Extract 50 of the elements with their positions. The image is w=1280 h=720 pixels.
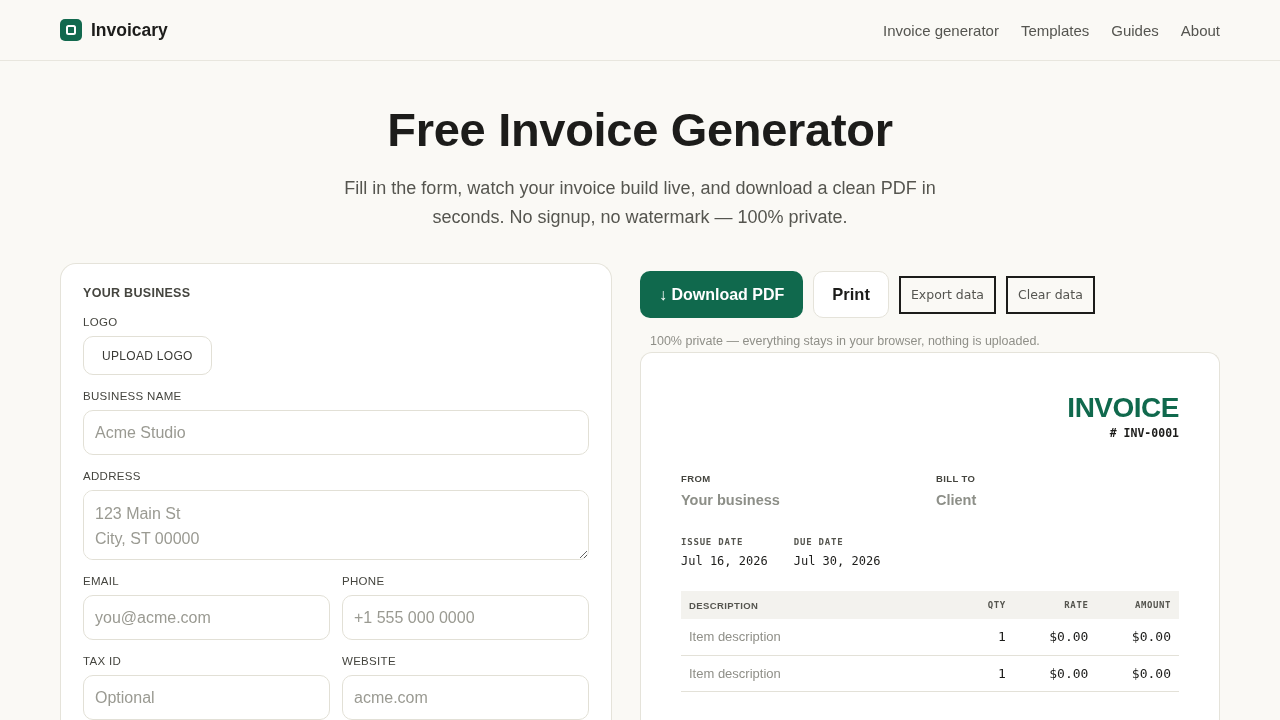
nav-link[interactable]: Invoice generator <box>883 21 999 39</box>
table-cell: Item description <box>681 655 980 691</box>
nav-link[interactable]: Templates <box>1020 21 1090 39</box>
table-cell: $0.00 <box>1013 655 1097 691</box>
column-header: AMOUNT <box>1096 591 1179 619</box>
table-cell: $0.00 <box>1013 619 1097 655</box>
column-header: QTY <box>979 591 1014 619</box>
download-button[interactable]: ↓ Download PDF <box>640 271 804 318</box>
data-button[interactable]: Clear data <box>1005 275 1095 314</box>
party-label: BILL TO <box>936 473 977 485</box>
table-cell: $0.00 <box>1096 619 1179 655</box>
field-label: TAX ID <box>83 654 122 668</box>
field-label: EMAIL <box>83 574 120 588</box>
date-value: Jul 30, 2026 <box>793 554 881 568</box>
column-header: DESCRIPTION <box>681 591 980 619</box>
brand-name: Invoicary <box>91 19 168 41</box>
party-name: Your business <box>681 491 781 510</box>
field-label: ADDRESS <box>83 469 142 483</box>
invoice-title: INVOICE <box>1067 391 1179 425</box>
table-cell: 1 <box>979 655 1014 691</box>
page-title: Free Invoice Generator <box>386 102 894 158</box>
invoice-number: # INV-0001 <box>1109 426 1179 440</box>
field-label: WEBSITE <box>342 654 397 668</box>
table-cell: $0.00 <box>1096 655 1179 691</box>
input-field[interactable]: you@acme.com <box>83 595 330 640</box>
date-value: Jul 16, 2026 <box>681 554 768 568</box>
nav-link[interactable]: Guides <box>1111 21 1159 39</box>
logo-icon <box>60 19 82 41</box>
field-label: LOGO <box>83 315 119 329</box>
date-label: ISSUE DATE <box>681 536 745 548</box>
field-label: BUSINESS NAME <box>83 389 183 403</box>
table-cell: 1 <box>979 619 1014 655</box>
input-field[interactable]: acme.com <box>342 675 589 720</box>
input-field[interactable]: +1 555 000 0000 <box>342 595 589 640</box>
section-title: YOUR BUSINESS <box>83 285 192 301</box>
print-button[interactable]: Print <box>813 271 889 318</box>
party-label: FROM <box>681 473 712 485</box>
textarea-field[interactable]: 123 Main St City, ST 00000 <box>83 490 589 560</box>
upload-logo-button[interactable]: UPLOAD LOGO <box>83 336 212 375</box>
privacy-note: 100% private — everything stays in your browser, nothing is uploaded. <box>649 334 1041 348</box>
nav-link[interactable]: About <box>1180 21 1220 39</box>
field-label: PHONE <box>342 574 386 588</box>
column-header: RATE <box>1013 591 1097 619</box>
date-label: DUE DATE <box>793 536 845 548</box>
input-field[interactable]: Optional <box>83 675 330 720</box>
page-subtitle: Fill in the form, watch your invoice build live, and download a clean PDF in seconds. No signup, no watermark — 100% private. <box>343 177 937 229</box>
data-button[interactable]: Export data <box>898 275 996 314</box>
table-cell: Item description <box>681 619 980 655</box>
party-name: Client <box>936 491 978 510</box>
input-field[interactable]: Acme Studio <box>83 410 589 455</box>
